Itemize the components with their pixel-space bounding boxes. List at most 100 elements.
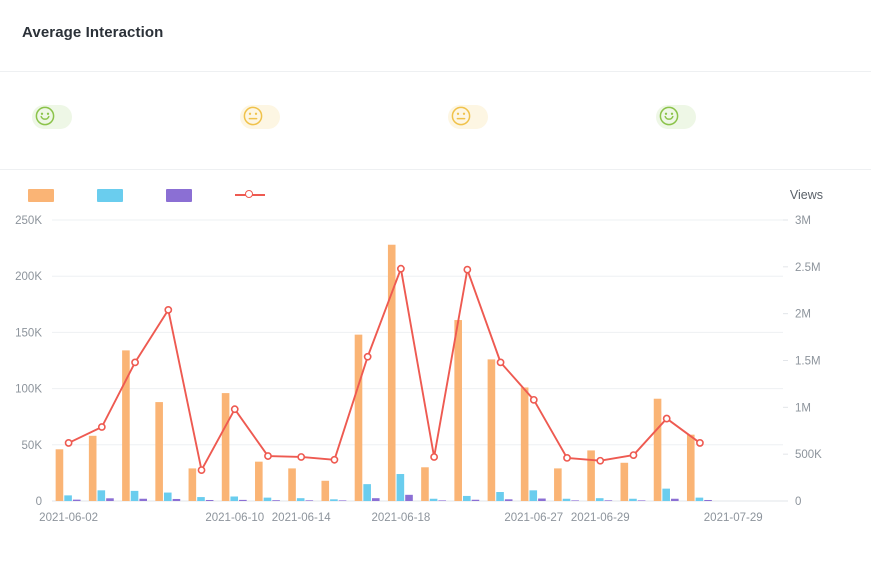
metric-views-followers [22,94,230,169]
metric-likes-views [230,94,438,169]
views-point [66,440,72,446]
bar-comments [164,493,172,501]
bar-likes [488,359,496,501]
views-line [69,269,700,470]
bar-shares [671,499,679,501]
svg-text:2021-06-14: 2021-06-14 [272,512,331,524]
neutral-face-icon [451,106,471,129]
svg-text:200K: 200K [15,271,42,283]
metric-comments-views [438,94,646,169]
bar-comments [563,499,571,501]
svg-text:1M: 1M [795,402,811,414]
bar-likes [654,399,662,501]
views-point [464,267,470,273]
bar-shares [139,499,147,501]
views-point [398,266,404,272]
svg-text:500K: 500K [795,449,822,461]
page-title: Average Interaction [22,24,871,41]
views-point [298,454,304,460]
bar-shares [505,499,513,501]
bar-shares [605,500,613,501]
bar-comments [629,499,637,501]
smile-face-icon [659,106,679,129]
bar-likes [222,393,230,501]
metric-row [438,105,646,129]
bar-shares [405,495,413,501]
smile-face-icon [35,106,55,129]
bar-comments [264,498,272,501]
svg-text:2021-06-27: 2021-06-27 [504,512,563,524]
bar-comments [131,491,139,501]
bar-shares [73,500,81,501]
bar-shares [106,498,114,501]
bar-shares [339,500,347,501]
bar-likes [454,320,462,501]
bar-likes [56,449,64,501]
bar-shares [372,498,380,501]
bar-likes [421,467,429,501]
bar-comments [98,490,106,501]
svg-text:3M: 3M [795,215,811,227]
bar-likes [554,468,562,501]
views-point [365,354,371,360]
bar-shares [538,499,546,501]
legend-item-likes[interactable] [28,189,63,202]
bar-comments [496,492,504,501]
svg-text:2.5M: 2.5M [795,262,821,274]
views-point [99,424,105,430]
svg-text:2M: 2M [795,309,811,321]
chart-legend [0,170,871,204]
metric-row [646,105,854,129]
right-axis-title: Views [790,188,823,202]
bar-shares [206,500,214,501]
views-point [697,440,703,446]
status-badge [240,105,280,129]
chart-plot-area: 050K100K150K200K250K0500K1M1.5M2M2.5M3M2… [0,204,871,577]
bar-shares [239,500,247,501]
bar-comments [64,495,72,501]
views-point [265,453,271,459]
views-point [630,452,636,458]
svg-text:0: 0 [36,496,42,508]
legend-item-views[interactable] [235,189,274,201]
status-badge [656,105,696,129]
bar-comments [297,498,305,501]
svg-text:0: 0 [795,496,801,508]
legend-item-comments[interactable] [97,189,132,202]
bar-comments [430,499,438,501]
neutral-face-icon [243,106,263,129]
svg-text:2021-06-02: 2021-06-02 [39,512,98,524]
views-point [232,406,238,412]
svg-text:250K: 250K [15,215,42,227]
status-badge [32,105,72,129]
views-point [664,415,670,421]
legend-swatch [166,189,192,202]
bar-comments [529,490,537,501]
views-point [564,455,570,461]
views-point [165,307,171,313]
bar-comments [363,484,371,501]
bar-shares [438,500,446,501]
bar-likes [155,402,163,501]
average-interaction-panel: Average Interaction Views 050K100K150K20… [0,0,871,577]
svg-text:1.5M: 1.5M [795,356,821,368]
bar-likes [288,468,296,501]
legend-item-shares[interactable] [166,189,201,202]
bar-likes [255,462,263,501]
bar-likes [388,245,396,501]
bar-comments [230,497,238,502]
bar-comments [596,498,604,501]
legend-swatch [28,189,54,202]
views-point [531,397,537,403]
bar-comments [397,474,405,501]
svg-text:100K: 100K [15,384,42,396]
metric-row [230,105,438,129]
svg-text:2021-06-29: 2021-06-29 [571,512,630,524]
bar-shares [571,500,579,501]
bar-shares [472,500,480,501]
svg-text:2021-06-18: 2021-06-18 [371,512,430,524]
bar-comments [662,489,670,501]
bar-comments [330,499,338,501]
views-point [431,454,437,460]
bar-shares [306,500,314,501]
